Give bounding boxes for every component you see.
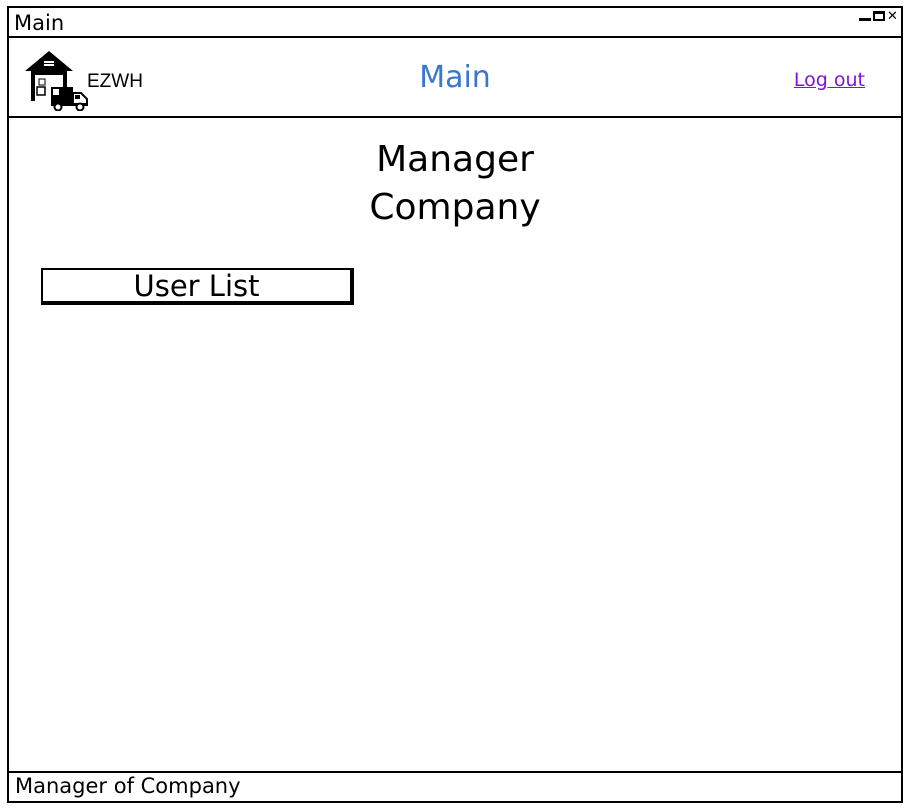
minimize-icon[interactable] [859,11,871,21]
window-controls: ✕ [859,10,898,23]
role-heading: Manager Company [9,136,901,232]
title-bar: Main ✕ [9,8,901,38]
status-text: Manager of Company [15,774,241,798]
window-title: Main [14,11,65,35]
role-heading-line2: Company [369,187,541,228]
app-header: EZWH Main Log out [9,38,901,118]
user-list-button[interactable]: User List [41,268,354,305]
logout-link[interactable]: Log out [794,69,865,91]
role-heading-line1: Manager [376,139,534,180]
page-title: Main [419,60,491,95]
close-icon[interactable]: ✕ [887,10,898,23]
status-bar: Manager of Company [9,771,901,801]
app-window: Main ✕ EZWH Main Log out Manager Company… [7,6,903,803]
maximize-icon[interactable] [873,11,885,21]
